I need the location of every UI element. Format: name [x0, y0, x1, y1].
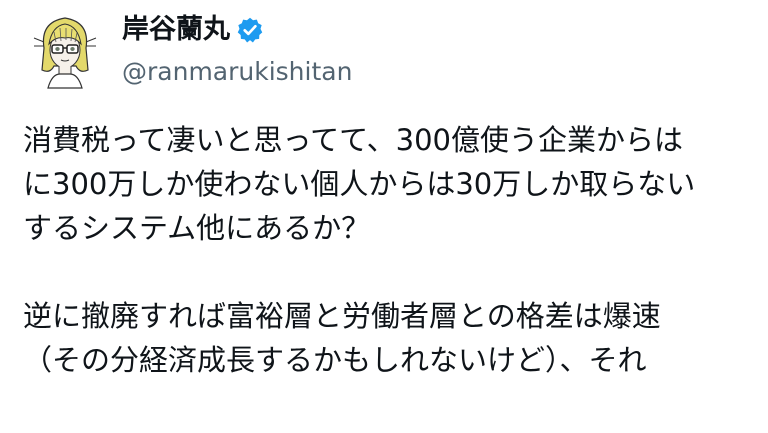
author-handle[interactable]: @ranmarukishitan — [122, 56, 352, 88]
tweet-line: 逆に撤廃すれば富裕層と労働者層との格差は爆速 — [23, 299, 661, 333]
verified-badge-icon[interactable] — [236, 16, 264, 44]
tweet-text: 消費税って凄いと思ってて、300億使う企業からは に300万しか使わない個人から… — [23, 118, 768, 382]
display-name[interactable]: 岸谷蘭丸 — [122, 12, 230, 48]
avatar-illustration — [33, 17, 97, 89]
author-name-row[interactable]: 岸谷蘭丸 — [122, 12, 264, 48]
tweet-line: するシステム他にあるか？ — [23, 211, 371, 245]
tweet-line: に300万しか使わない個人からは30万しか取らない — [23, 167, 696, 201]
tweet-line: 消費税って凄いと思ってて、300億使う企業からは — [23, 123, 684, 157]
avatar[interactable] — [30, 8, 100, 90]
tweet-line: （その分経済成長するかもしれないけど）、それ — [23, 343, 647, 377]
